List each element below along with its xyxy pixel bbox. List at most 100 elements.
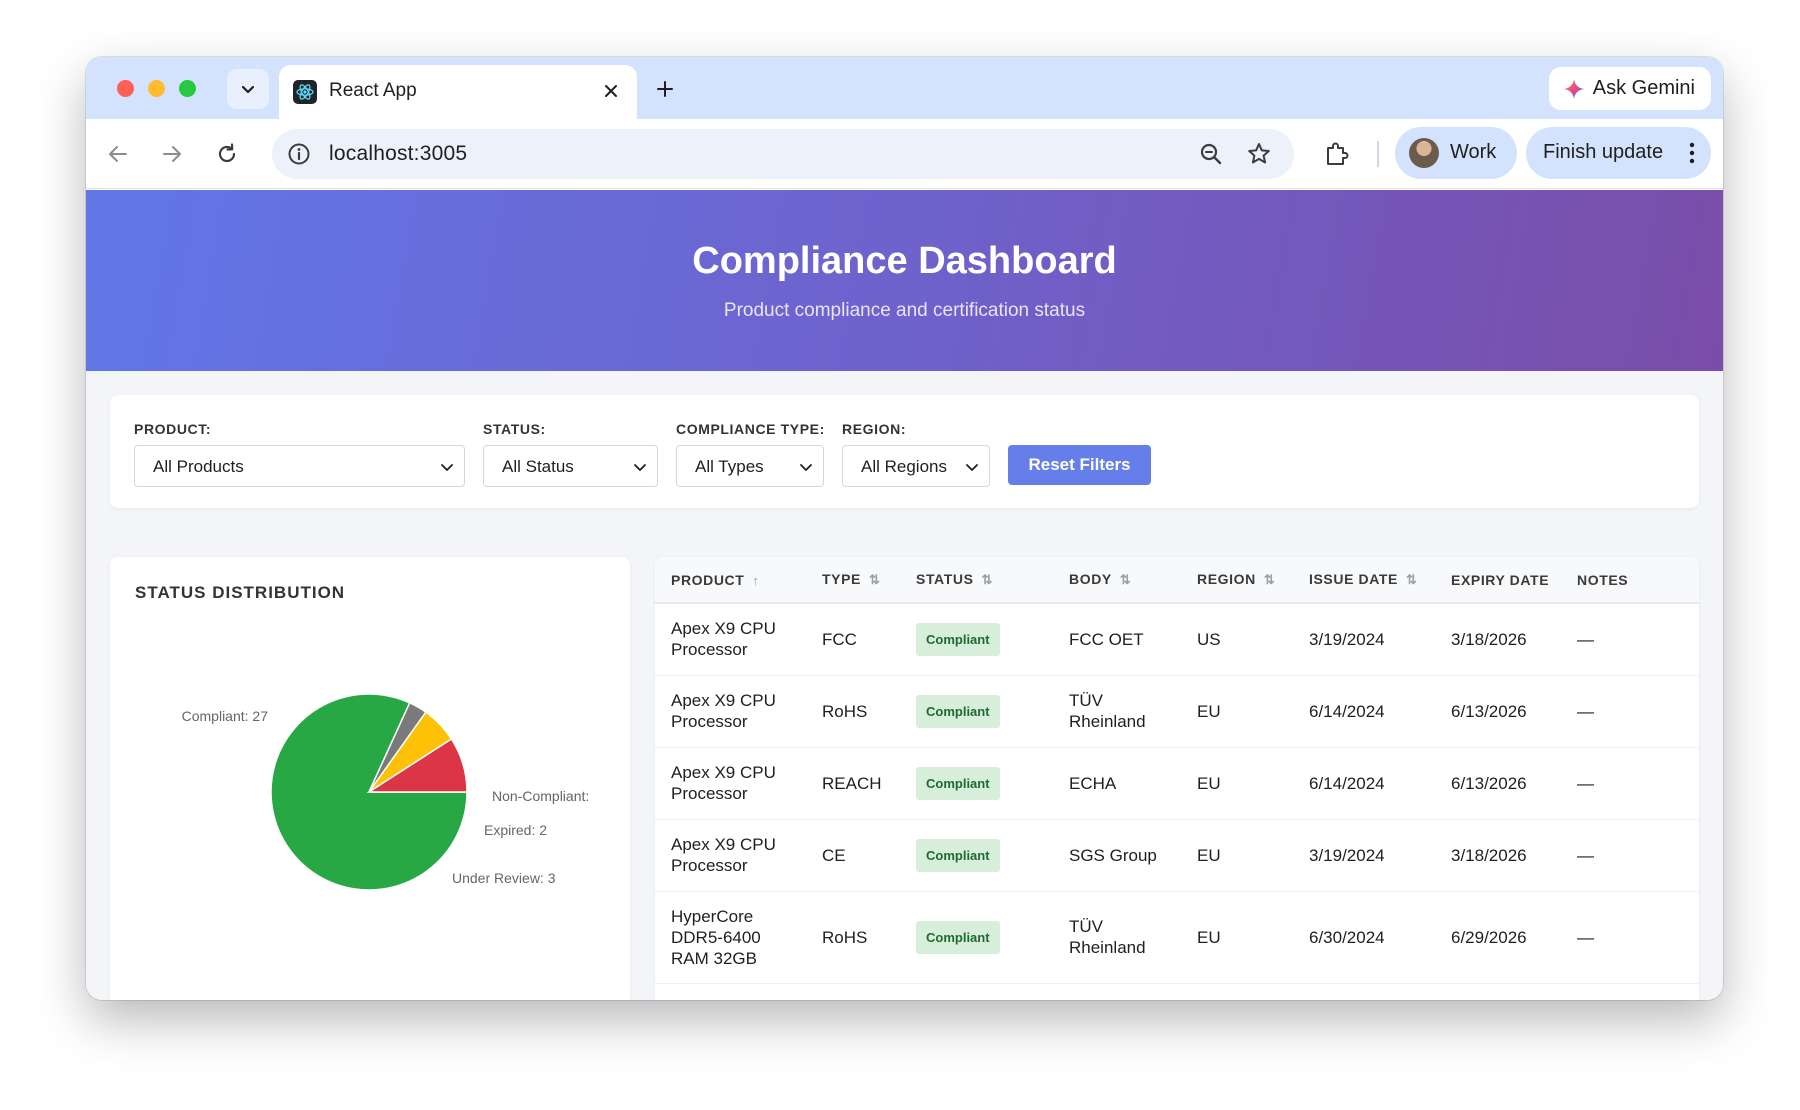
status-badge: Compliant bbox=[916, 766, 1000, 800]
site-info-icon[interactable] bbox=[287, 142, 311, 166]
cell-type: RoHS bbox=[806, 891, 900, 984]
table-row[interactable]: Apex X9 CPU Processor FCC Compliant FCC OET… bbox=[655, 603, 1699, 676]
column-header-region[interactable]: REGION ⇅ bbox=[1181, 557, 1293, 604]
column-header-label: TYPE bbox=[822, 571, 861, 587]
tab-close-button[interactable] bbox=[599, 79, 623, 103]
product-filter-label: PRODUCT: bbox=[134, 421, 212, 437]
sort-icon[interactable]: ⇅ bbox=[1120, 572, 1132, 588]
column-header-product[interactable]: PRODUCT ↑ bbox=[655, 557, 806, 604]
product-select[interactable]: All Products bbox=[134, 445, 465, 487]
type-filter-label: COMPLIANCE TYPE: bbox=[676, 421, 825, 437]
bookmark-star-icon[interactable] bbox=[1246, 141, 1272, 167]
cell-region: EU bbox=[1181, 819, 1293, 892]
reset-filters-button[interactable]: Reset Filters bbox=[1008, 445, 1151, 485]
maximize-window-button[interactable] bbox=[179, 80, 196, 97]
table-row[interactable]: Apex X9 CPU Processor REACH Compliant ECHA E… bbox=[655, 747, 1699, 820]
tab-search-button[interactable] bbox=[227, 69, 269, 109]
status-distribution-card: STATUS DISTRIBUTION Compliant: 27 Non-Com… bbox=[110, 557, 630, 1000]
profile-button[interactable]: Work bbox=[1395, 127, 1517, 179]
column-header-type[interactable]: TYPE ⇅ bbox=[806, 557, 900, 604]
status-select[interactable]: All Status bbox=[483, 445, 658, 487]
cell-issue: 6/30/2024 bbox=[1293, 891, 1435, 984]
cell-type: RoHS bbox=[806, 675, 900, 748]
cell-body: FCC OET bbox=[1053, 603, 1181, 676]
column-header-label: ISSUE DATE bbox=[1309, 571, 1398, 587]
forward-button[interactable] bbox=[158, 140, 186, 168]
new-tab-button[interactable] bbox=[650, 74, 680, 104]
pie-label: Non-Compliant: bbox=[492, 788, 589, 804]
cell-region: US bbox=[1181, 603, 1293, 676]
zoom-icon[interactable] bbox=[1198, 141, 1224, 167]
plus-icon bbox=[657, 81, 673, 97]
table-row[interactable]: Apex X9 CPU Processor CE Compliant SGS Grou… bbox=[655, 819, 1699, 892]
cell-product: Apex X9 CPU Processor bbox=[655, 675, 806, 748]
type-filter: COMPLIANCE TYPE: All Types bbox=[676, 421, 825, 487]
reload-icon bbox=[218, 143, 236, 163]
page-content: Compliance Dashboard Product compliance … bbox=[86, 190, 1723, 1000]
chevron-down-icon bbox=[241, 85, 255, 94]
close-window-button[interactable] bbox=[117, 80, 134, 97]
close-icon bbox=[605, 85, 617, 97]
arrow-right-icon bbox=[163, 146, 181, 162]
cell-issue: 3/19/2024 bbox=[1293, 603, 1435, 676]
column-header-issue-date[interactable]: ISSUE DATE ⇅ bbox=[1293, 557, 1435, 604]
browser-toolbar: localhost:3005 Work Finish update bbox=[86, 119, 1723, 189]
sort-ascending-icon[interactable]: ↑ bbox=[752, 573, 759, 588]
status-filter-label: STATUS: bbox=[483, 421, 546, 437]
cell-product: HyperCore DDR5-6400 RAM 32GB bbox=[655, 891, 806, 984]
cell-product: Apex X9 CPU Processor bbox=[655, 603, 806, 676]
column-header-expiry-date: EXPIRY DATE bbox=[1435, 557, 1561, 604]
browser-window: React App Ask Gemini localhost:3005 Work… bbox=[86, 57, 1723, 1000]
column-header-body[interactable]: BODY ⇅ bbox=[1053, 557, 1181, 604]
cell-expiry: 6/13/2026 bbox=[1435, 747, 1561, 820]
cell-issue: 6/14/2024 bbox=[1293, 675, 1435, 748]
react-logo-icon bbox=[293, 80, 317, 104]
cell-body: TÜV Rheinland bbox=[1053, 891, 1181, 984]
region-select[interactable]: All Regions bbox=[842, 445, 990, 487]
ask-gemini-label: Ask Gemini bbox=[1592, 77, 1695, 99]
status-badge: Compliant bbox=[916, 622, 1000, 656]
reload-button[interactable] bbox=[213, 140, 241, 168]
cell-expiry: 3/18/2026 bbox=[1435, 603, 1561, 676]
table-row[interactable]: HyperCore DDR5-6400 RAM 32GB RoHS Complian… bbox=[655, 891, 1699, 984]
ask-gemini-button[interactable]: Ask Gemini bbox=[1548, 67, 1711, 110]
cell-issue: 3/19/2024 bbox=[1293, 819, 1435, 892]
cell-issue: 6/14/2024 bbox=[1293, 747, 1435, 820]
tab-strip: React App Ask Gemini bbox=[86, 57, 1723, 119]
cell-body: SGS Group bbox=[1053, 819, 1181, 892]
product-filter: PRODUCT: All Products bbox=[134, 421, 465, 487]
extensions-puzzle-icon[interactable] bbox=[1322, 139, 1352, 169]
cell-type: FCC bbox=[806, 603, 900, 676]
region-filter: REGION: All Regions bbox=[842, 421, 990, 487]
sort-icon[interactable]: ⇅ bbox=[982, 572, 994, 588]
column-header-label: PRODUCT bbox=[671, 571, 745, 588]
address-bar[interactable]: localhost:3005 bbox=[272, 129, 1294, 179]
status-badge: Compliant bbox=[916, 694, 1000, 728]
status-select-value: All Status bbox=[502, 457, 574, 476]
sort-icon[interactable]: ⇅ bbox=[1264, 572, 1276, 588]
pie-label: Compliant: 27 bbox=[182, 708, 269, 724]
chevron-down-icon bbox=[441, 464, 453, 471]
minimize-window-button[interactable] bbox=[148, 80, 165, 97]
cell-notes: — bbox=[1561, 891, 1699, 984]
sort-icon[interactable]: ⇅ bbox=[1406, 572, 1418, 588]
finish-update-button[interactable]: Finish update bbox=[1526, 127, 1711, 179]
table-header-row: PRODUCT ↑ TYPE ⇅ STATUS ⇅ BODY ⇅ REGION ⇅ ISSUE DA… bbox=[655, 557, 1699, 604]
cell-type: REACH bbox=[806, 747, 900, 820]
cell-type: CE bbox=[806, 819, 900, 892]
cell-product: Apex X9 CPU Processor bbox=[655, 747, 806, 820]
back-button[interactable] bbox=[104, 140, 132, 168]
type-select-value: All Types bbox=[695, 457, 764, 476]
cell-notes: — bbox=[1561, 603, 1699, 676]
table-row[interactable]: Apex X9 CPU Processor RoHS Compliant TÜV Rh… bbox=[655, 675, 1699, 748]
dashboard-header: Compliance Dashboard Product compliance … bbox=[86, 190, 1723, 371]
chevron-down-icon bbox=[966, 464, 978, 471]
sort-icon[interactable]: ⇅ bbox=[869, 572, 881, 588]
column-header-status[interactable]: STATUS ⇅ bbox=[900, 557, 1053, 604]
status-pie-chart: Compliant: 27 Non-Compliant: Expired: 2 Und… bbox=[182, 693, 589, 891]
avatar bbox=[1409, 138, 1439, 168]
cell-status: Compliant bbox=[900, 603, 1053, 676]
url-text: localhost:3005 bbox=[329, 142, 468, 165]
browser-tab[interactable]: React App bbox=[279, 65, 637, 119]
type-select[interactable]: All Types bbox=[676, 445, 824, 487]
